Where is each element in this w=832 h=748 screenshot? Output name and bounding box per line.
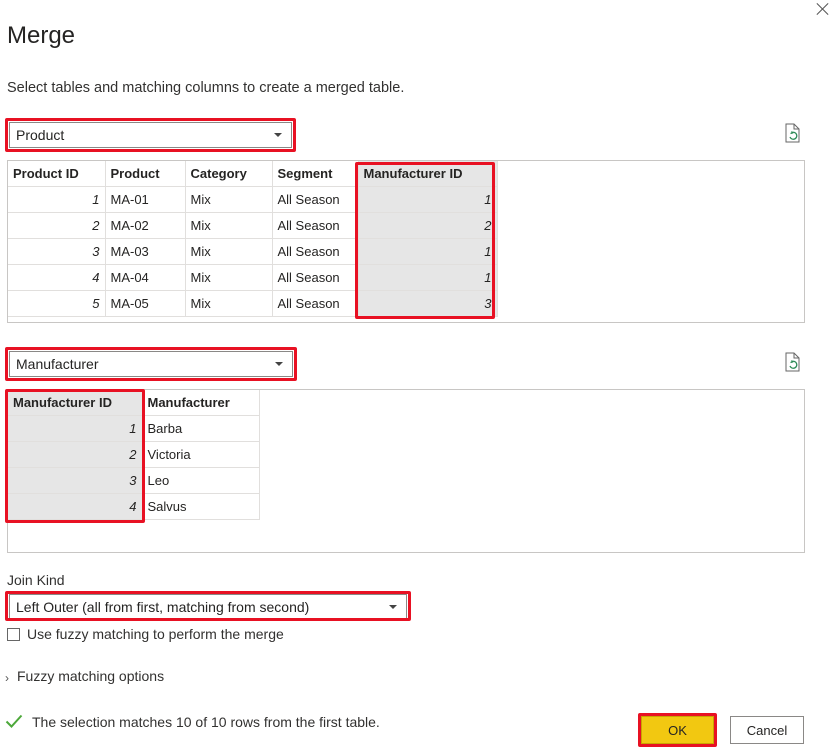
table-cell: All Season: [272, 264, 359, 291]
table-cell: 3: [8, 467, 143, 494]
table-cell: 1: [8, 186, 106, 213]
column-header-product[interactable]: Product: [105, 161, 186, 187]
chevron-down-icon: [389, 605, 397, 609]
ok-button[interactable]: OK: [641, 716, 714, 744]
table-cell: 2: [8, 212, 106, 239]
table-cell: All Season: [272, 238, 359, 265]
table-cell: 3: [8, 238, 106, 265]
column-header-category[interactable]: Category: [185, 161, 273, 187]
table-row: 2 Victoria: [8, 441, 260, 468]
table-cell: 5: [8, 290, 106, 317]
table-cell: 1: [8, 415, 143, 442]
table-row: 1 Barba: [8, 415, 260, 442]
column-header-manufacturer-id[interactable]: Manufacturer ID: [8, 390, 143, 416]
chevron-down-icon: [275, 362, 283, 366]
fuzzy-matching-options-toggle[interactable]: Fuzzy matching options: [17, 668, 164, 684]
first-table-dropdown-value: Product: [16, 127, 65, 143]
table-cell: 4: [8, 264, 106, 291]
table-cell: Victoria: [142, 441, 260, 468]
first-table-dropdown[interactable]: Product: [9, 122, 292, 148]
close-icon[interactable]: [816, 2, 830, 16]
table-row: 1 MA-01 Mix All Season 1: [8, 186, 498, 213]
join-kind-dropdown-value: Left Outer (all from first, matching fro…: [16, 599, 310, 615]
table-cell: 4: [8, 493, 143, 520]
table-cell: Mix: [185, 290, 273, 317]
column-header-manufacturer-id[interactable]: Manufacturer ID: [358, 161, 498, 187]
table-cell: 3: [358, 290, 498, 317]
table-cell: All Season: [272, 186, 359, 213]
fuzzy-matching-checkbox-label: Use fuzzy matching to perform the merge: [27, 626, 284, 642]
second-table-preview: Manufacturer ID Manufacturer 1 Barba 2 V…: [7, 389, 805, 553]
table-cell: Mix: [185, 264, 273, 291]
column-header-product-id[interactable]: Product ID: [8, 161, 106, 187]
table-cell: MA-02: [105, 212, 186, 239]
table-row: 5 MA-05 Mix All Season 3: [8, 290, 498, 317]
column-header-segment[interactable]: Segment: [272, 161, 359, 187]
table-row: 3 Leo: [8, 467, 260, 494]
chevron-right-icon[interactable]: ›: [5, 671, 9, 685]
dialog-title: Merge: [7, 22, 76, 49]
table-cell: All Season: [272, 212, 359, 239]
second-table-dropdown[interactable]: Manufacturer: [9, 351, 293, 377]
dialog-subtitle: Select tables and matching columns to cr…: [7, 80, 405, 96]
fuzzy-matching-checkbox[interactable]: [7, 628, 20, 641]
table-cell: 1: [358, 186, 498, 213]
table-cell: 1: [358, 264, 498, 291]
first-table-preview: Product ID Product Category Segment Manu…: [7, 160, 805, 323]
table-cell: MA-05: [105, 290, 186, 317]
table-cell: 2: [358, 212, 498, 239]
table-row: 4 Salvus: [8, 493, 260, 520]
table-cell: Leo: [142, 467, 260, 494]
table-cell: 2: [8, 441, 143, 468]
table-row: 3 MA-03 Mix All Season 1: [8, 238, 498, 265]
table-cell: Mix: [185, 238, 273, 265]
join-kind-dropdown[interactable]: Left Outer (all from first, matching fro…: [9, 594, 407, 620]
refresh-icon[interactable]: [784, 123, 802, 143]
table-row: 4 MA-04 Mix All Season 1: [8, 264, 498, 291]
table-cell: MA-04: [105, 264, 186, 291]
table-cell: All Season: [272, 290, 359, 317]
refresh-icon[interactable]: [784, 352, 802, 372]
cancel-button[interactable]: Cancel: [730, 716, 804, 744]
join-kind-label: Join Kind: [7, 572, 65, 588]
match-status-text: The selection matches 10 of 10 rows from…: [32, 714, 380, 730]
second-table-dropdown-value: Manufacturer: [16, 356, 99, 372]
table-cell: MA-03: [105, 238, 186, 265]
table-cell: Mix: [185, 212, 273, 239]
table-cell: Barba: [142, 415, 260, 442]
checkmark-icon: [5, 714, 23, 728]
table-cell: Salvus: [142, 493, 260, 520]
column-header-manufacturer[interactable]: Manufacturer: [142, 390, 260, 416]
table-cell: Mix: [185, 186, 273, 213]
table-cell: MA-01: [105, 186, 186, 213]
table-row: 2 MA-02 Mix All Season 2: [8, 212, 498, 239]
table-cell: 1: [358, 238, 498, 265]
chevron-down-icon: [274, 133, 282, 137]
